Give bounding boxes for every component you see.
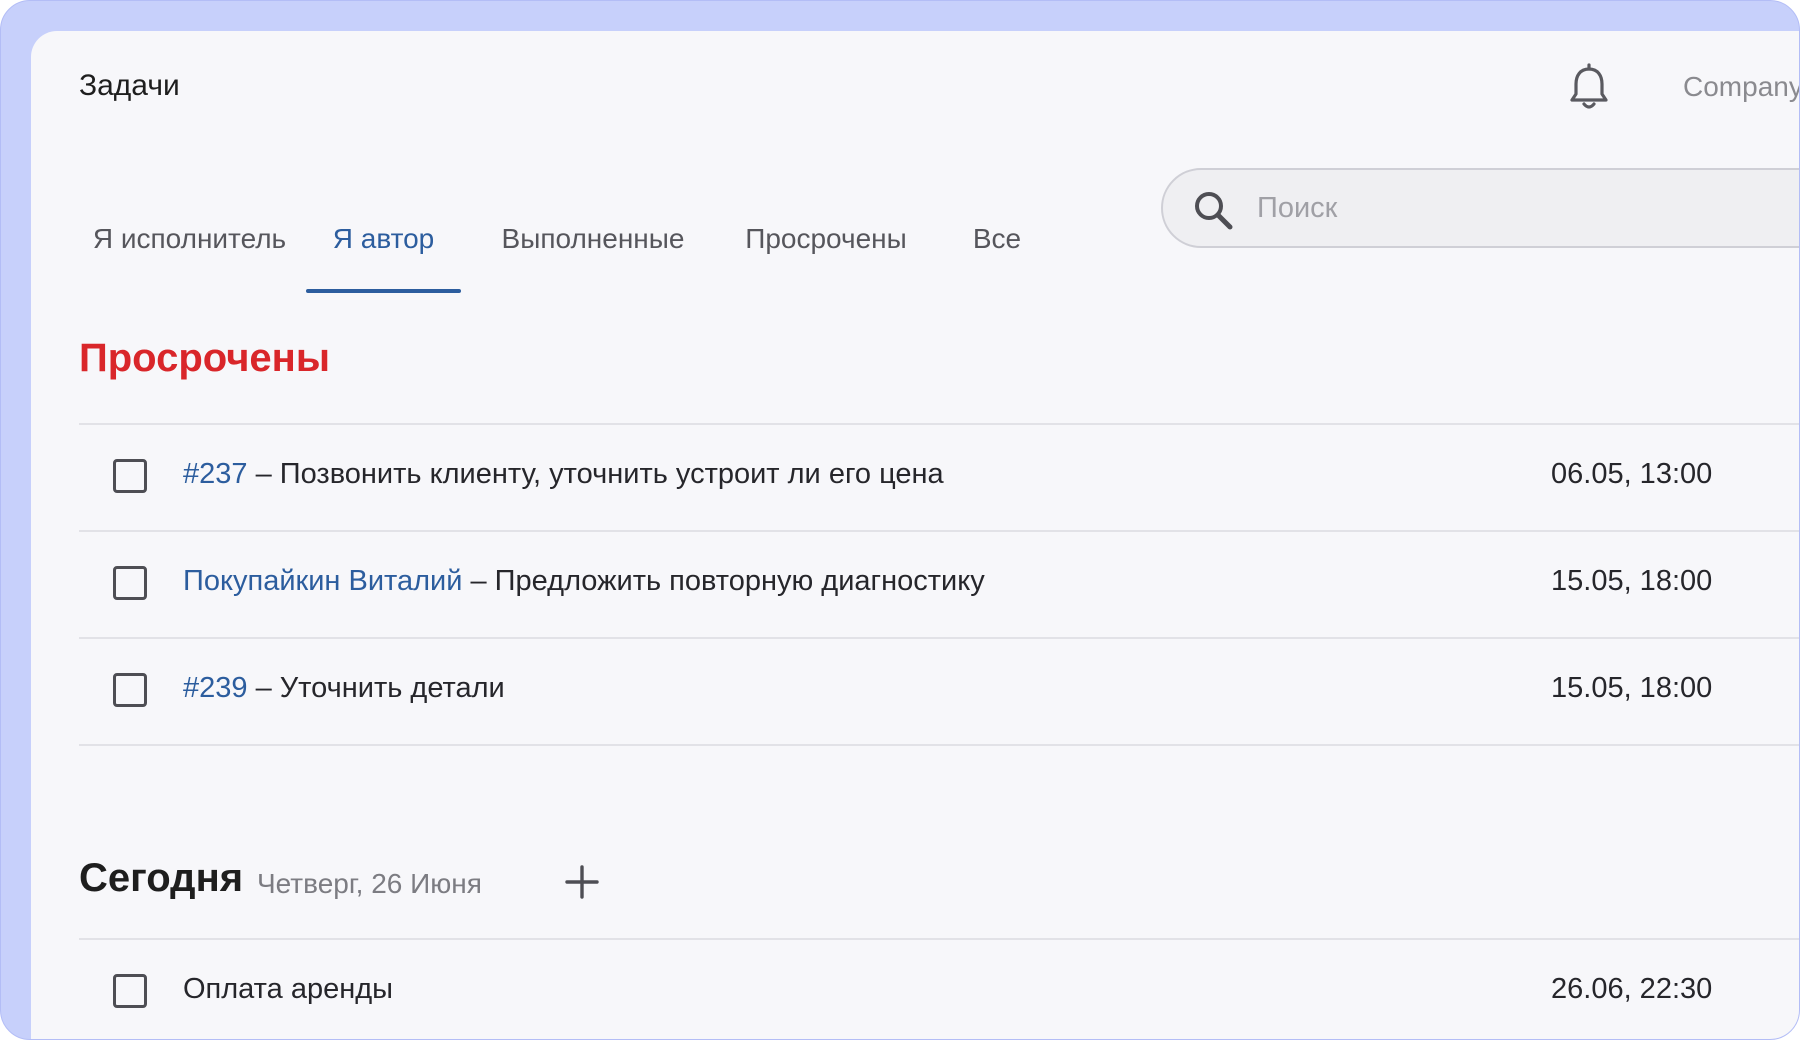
overdue-section-title: Просрочены [79,336,330,380]
task-description: – Предложить повторную диагностику [462,565,985,597]
tab-label: Выполненные [501,223,685,254]
today-section-title: Сегодня [79,856,244,900]
task-due-date: 26.06, 22:30 [1551,973,1713,1005]
task-checkbox[interactable] [113,459,147,493]
task-checkbox[interactable] [113,566,147,600]
task-row[interactable]: #239 – Уточнить детали 15.05, 18:00 [79,637,1799,746]
task-due-date: 15.05, 18:00 [1551,672,1713,704]
tab-label: Я автор [332,223,435,254]
tab-overdue[interactable]: Просрочены [723,191,929,293]
tab-author[interactable]: Я автор [306,191,461,293]
plus-icon [565,865,599,899]
search-box[interactable] [1161,168,1799,248]
task-row[interactable]: #237 – Позвонить клиенту, уточнить устро… [79,423,1799,530]
task-title: #237 – Позвонить клиенту, уточнить устро… [183,458,944,491]
overdue-task-list: #237 – Позвонить клиенту, уточнить устро… [79,423,1799,746]
task-link[interactable]: #239 [183,672,248,704]
task-due-date: 15.05, 18:00 [1551,565,1713,597]
today-task-list: Оплата аренды 26.06, 22:30 [79,938,1799,1039]
notifications-button[interactable] [1567,63,1611,113]
task-row[interactable]: Покупайкин Виталий – Предложить повторну… [79,530,1799,637]
tab-label: Я исполнитель [92,223,287,254]
task-title: #239 – Уточнить детали [183,672,505,705]
bell-icon [1570,63,1608,109]
tab-completed[interactable]: Выполненные [488,191,698,293]
device-frame: Задачи Company Я исполнитель Я автор Вып… [0,0,1800,1040]
task-link[interactable]: Покупайкин Виталий [183,565,462,597]
task-description: – Уточнить детали [247,672,505,704]
task-link[interactable]: #237 [183,458,248,490]
tab-label: Все [972,223,1022,254]
task-title: Оплата аренды [183,973,393,1005]
add-task-button[interactable] [562,862,602,902]
task-description: – Позвонить клиенту, уточнить устроит ли… [247,458,944,490]
task-row[interactable]: Оплата аренды 26.06, 22:30 [79,938,1799,1039]
task-checkbox[interactable] [113,673,147,707]
app-window: Задачи Company Я исполнитель Я автор Вып… [31,31,1799,1039]
task-due-date: 06.05, 13:00 [1551,458,1713,490]
tab-all[interactable]: Все [952,191,1042,293]
company-switcher[interactable]: Company [1683,71,1799,103]
tab-assignee[interactable]: Я исполнитель [79,191,300,293]
active-tab-indicator [306,289,461,293]
tab-label: Просрочены [745,223,907,254]
today-date-label: Четверг, 26 Июня [257,868,482,899]
search-input[interactable] [1257,178,1799,238]
page-title: Задачи [79,69,180,102]
search-icon [1195,192,1233,230]
task-title: Покупайкин Виталий – Предложить повторну… [183,565,985,598]
task-checkbox[interactable] [113,974,147,1008]
